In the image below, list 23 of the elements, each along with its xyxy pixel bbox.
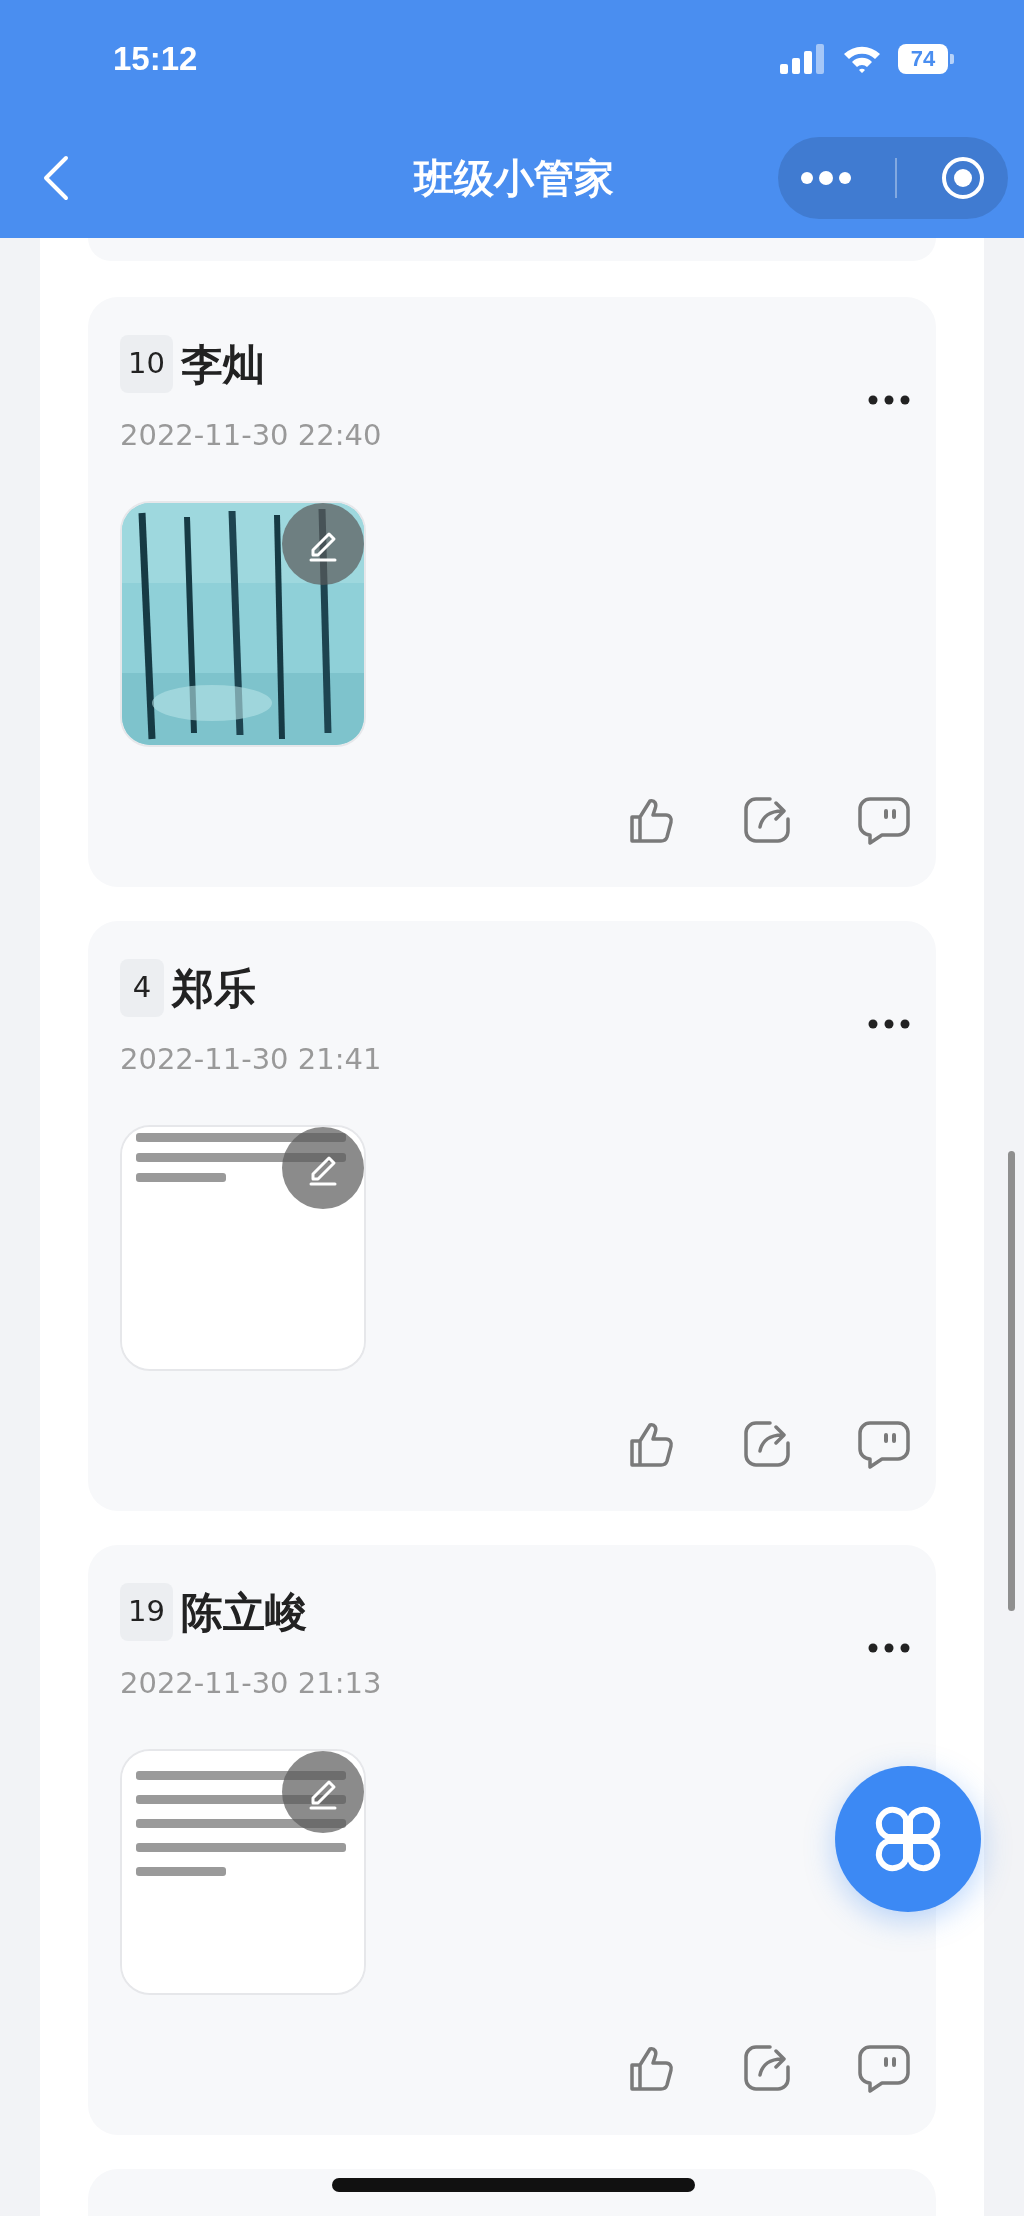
post-time: 2022-11-30 21:41 (120, 1041, 383, 1077)
wifi-icon (842, 44, 882, 74)
signal-icon (780, 44, 826, 74)
student-name: 李灿 (180, 338, 265, 391)
page-title: 班级小管家 (414, 154, 614, 203)
more-icon[interactable] (868, 394, 910, 405)
post-time: 2022-11-30 21:13 (120, 1665, 383, 1701)
share-icon[interactable] (742, 2043, 792, 2093)
more-icon[interactable] (868, 1642, 910, 1653)
comment-icon[interactable] (858, 1419, 910, 1469)
student-name: 郑乐 (172, 962, 256, 1015)
status-time: 15:12 (113, 39, 198, 80)
student-name: 陈立峻 (180, 1586, 307, 1639)
more-icon[interactable] (868, 1018, 910, 1029)
share-icon[interactable] (742, 1419, 792, 1469)
student-number: 19 (120, 1583, 173, 1641)
comment-icon[interactable] (858, 795, 910, 845)
student-number: 4 (120, 959, 164, 1017)
post-time: 2022-11-30 22:40 (120, 417, 383, 453)
share-icon[interactable] (742, 795, 792, 845)
comment-icon[interactable] (858, 2043, 910, 2093)
student-number: 10 (120, 335, 173, 393)
close-icon[interactable] (940, 155, 987, 201)
